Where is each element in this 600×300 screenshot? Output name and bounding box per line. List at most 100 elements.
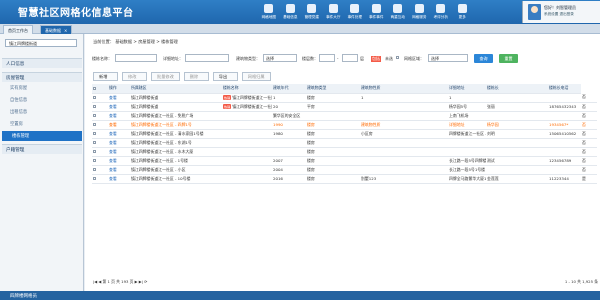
- table-row[interactable]: 查看镇江四牌楼街道热销镇江四牌楼街道江一社区 - 花园1楼房11否: [92, 93, 597, 103]
- view-link-label[interactable]: 查看: [109, 131, 117, 136]
- table-row[interactable]: 查看 镇江四牌楼街道江一社区 - 小区 2004 楼房 长江路一段5号1号楼 否: [92, 165, 597, 175]
- table-cell: 镇江四牌楼街道江一社区 - 免税广场: [130, 111, 222, 121]
- view-link[interactable]: 查看: [108, 147, 130, 157]
- row-checkbox-cell[interactable]: [92, 93, 108, 103]
- add-button[interactable]: 新增: [93, 72, 118, 81]
- export-button[interactable]: 导出: [212, 72, 238, 81]
- row-checkbox[interactable]: [93, 105, 96, 108]
- view-link[interactable]: 查看: [108, 111, 130, 121]
- view-link[interactable]: 查看: [108, 165, 130, 175]
- sidebar-item-self-occupied[interactable]: 自住信息: [10, 97, 27, 103]
- cell-value: 镇江四牌楼街道江一社区 - 10号楼: [131, 175, 191, 181]
- building-name-input[interactable]: [115, 54, 157, 62]
- sidebar-item-buildings[interactable]: 楼栋管理: [2, 131, 82, 141]
- tab-current[interactable]: 基础数据 ×: [40, 25, 73, 34]
- nav-item-service[interactable]: 网格服务: [409, 2, 431, 23]
- nav-item-map[interactable]: 网格地图: [258, 2, 280, 23]
- address-input[interactable]: [185, 54, 229, 62]
- row-checkbox-cell[interactable]: [92, 165, 108, 175]
- building-type-select[interactable]: 选择: [263, 54, 297, 62]
- batch-edit-button[interactable]: 批量修改: [151, 72, 180, 81]
- tab-home-label: 首页工作台: [8, 28, 28, 33]
- view-link[interactable]: 查看: [108, 156, 130, 166]
- row-checkbox[interactable]: [93, 132, 96, 135]
- row-checkbox[interactable]: [93, 177, 96, 180]
- table-row[interactable]: 查看 镇江四牌楼街道江一社区 - 1号楼 2007 楼房 长江路一段5号四牌楼南门测试 1…: [92, 156, 597, 166]
- reset-button[interactable]: 重置: [499, 54, 518, 63]
- select-all-header[interactable]: [92, 84, 108, 94]
- nav-item-event-hall[interactable]: 事件大厅: [323, 2, 345, 23]
- row-checkbox-cell[interactable]: [92, 120, 108, 130]
- table-row[interactable]: 查看 镇江四牌楼街道江一社区 - 东湖1号 楼房 否: [92, 138, 597, 148]
- floors-min-input[interactable]: [319, 54, 335, 62]
- view-link[interactable]: 查看: [108, 174, 130, 184]
- view-link-label[interactable]: 查看: [109, 167, 117, 172]
- nav-item-party[interactable]: 管理党建: [301, 2, 323, 23]
- nav-item-interact[interactable]: 两重互动: [387, 2, 409, 23]
- view-link-label[interactable]: 查看: [109, 158, 117, 163]
- district-select[interactable]: 镇江四牌楼街道: [5, 39, 77, 47]
- table-row[interactable]: 查看 镇江四牌楼街道江一社区 - 10号楼 2016 楼房 别墅123 四牌全马路繁华大厦…: [92, 174, 597, 184]
- row-checkbox[interactable]: [93, 123, 96, 126]
- table-row[interactable]: 查看 镇江四牌楼街道江一社区 - 水木大厦 楼房 否: [92, 147, 597, 157]
- tab-home[interactable]: 首页工作台: [3, 25, 33, 34]
- table-row[interactable]: 查看 镇江四牌楼街道 热销镇江四牌楼街道江一社区 - 湖边花园20 平房 杨华园5号 张丽…: [92, 102, 597, 112]
- sidebar-section-household[interactable]: 户籍管理: [2, 144, 82, 154]
- sidebar-item-rental[interactable]: 出租信息: [10, 109, 27, 115]
- sidebar-item-vacant[interactable]: 空置房: [10, 121, 23, 127]
- row-checkbox-cell[interactable]: [92, 147, 108, 157]
- view-link-label[interactable]: 查看: [109, 95, 117, 100]
- view-link-label[interactable]: 查看: [109, 104, 117, 109]
- edit-button[interactable]: 修改: [122, 72, 147, 81]
- table-row[interactable]: 查看 镇江四牌楼街道江一社区 - 清水家园1号楼 1980 楼房 小区房 四牌楼街道江一社…: [92, 129, 597, 139]
- view-link[interactable]: 查看: [108, 102, 130, 112]
- row-checkbox-cell[interactable]: [92, 156, 108, 166]
- cell-value: 楼房: [307, 148, 315, 154]
- row-checkbox[interactable]: [93, 150, 96, 153]
- view-link[interactable]: 查看: [108, 129, 130, 139]
- status-bar: 四牌楼网格员: [0, 291, 600, 300]
- view-link-label[interactable]: 查看: [109, 176, 117, 181]
- row-checkbox[interactable]: [93, 96, 96, 99]
- user-actions[interactable]: 系统设置 退出登录: [544, 12, 574, 17]
- view-link-label[interactable]: 查看: [109, 113, 117, 118]
- view-link-label[interactable]: 查看: [109, 140, 117, 145]
- nav-item-event-process[interactable]: 事件处理: [344, 2, 366, 23]
- zone-select[interactable]: 选择: [428, 54, 468, 62]
- row-checkbox-cell[interactable]: [92, 111, 108, 121]
- view-link[interactable]: 查看: [108, 120, 130, 130]
- floors-max-input[interactable]: [342, 54, 358, 62]
- table-cell: [222, 174, 272, 184]
- view-link-label[interactable]: 查看: [109, 149, 117, 154]
- table-row[interactable]: 查看 镇江四牌楼街道江一社区 - 免税广场 繁华区的安全区 上南飞机场 否: [92, 111, 597, 121]
- nav-item-info[interactable]: 基础信息: [280, 2, 302, 23]
- grid-assign-button[interactable]: 网格归属: [241, 72, 271, 81]
- row-checkbox-cell[interactable]: [92, 138, 108, 148]
- sidebar-item-actual-housing[interactable]: 实有房屋: [10, 85, 27, 91]
- analysis-icon: [436, 4, 446, 13]
- sidebar-section-population[interactable]: 人口信息: [2, 58, 82, 68]
- close-icon[interactable]: ×: [64, 28, 67, 33]
- nav-item-event-list[interactable]: 事件事件: [366, 2, 388, 23]
- row-checkbox[interactable]: [93, 114, 96, 117]
- nav-label: 网格服务: [412, 15, 427, 19]
- view-link[interactable]: 查看: [108, 138, 130, 148]
- row-checkbox[interactable]: [93, 168, 96, 171]
- row-checkbox-cell[interactable]: [92, 102, 108, 112]
- nav-item-analysis[interactable]: 考评分析: [430, 2, 452, 23]
- sidebar-section-housing[interactable]: 房屋管理: [2, 72, 82, 82]
- view-link[interactable]: 查看: [108, 93, 130, 103]
- pagination-controls[interactable]: |◀ ◀ 第 1 页 共 193 页 ▶ ▶| ⟳: [93, 279, 147, 285]
- select-all-checkbox[interactable]: [93, 86, 96, 90]
- delete-button[interactable]: 删除: [183, 72, 209, 81]
- row-checkbox[interactable]: [93, 159, 96, 162]
- list-icon: [371, 4, 381, 13]
- table-row[interactable]: 查看 镇江四牌楼街道江一社区 - 四牌1号 1990 楼房 建筑物性质 详细地址 杨华园 19…: [92, 120, 597, 130]
- nav-item-more[interactable]: 更多: [452, 2, 474, 23]
- query-button[interactable]: 查询: [474, 54, 493, 63]
- row-checkbox[interactable]: [93, 141, 96, 144]
- unselected-checkbox[interactable]: [396, 56, 399, 59]
- row-checkbox-cell[interactable]: [92, 174, 108, 184]
- view-link-label[interactable]: 查看: [109, 122, 117, 127]
- row-checkbox-cell[interactable]: [92, 129, 108, 139]
